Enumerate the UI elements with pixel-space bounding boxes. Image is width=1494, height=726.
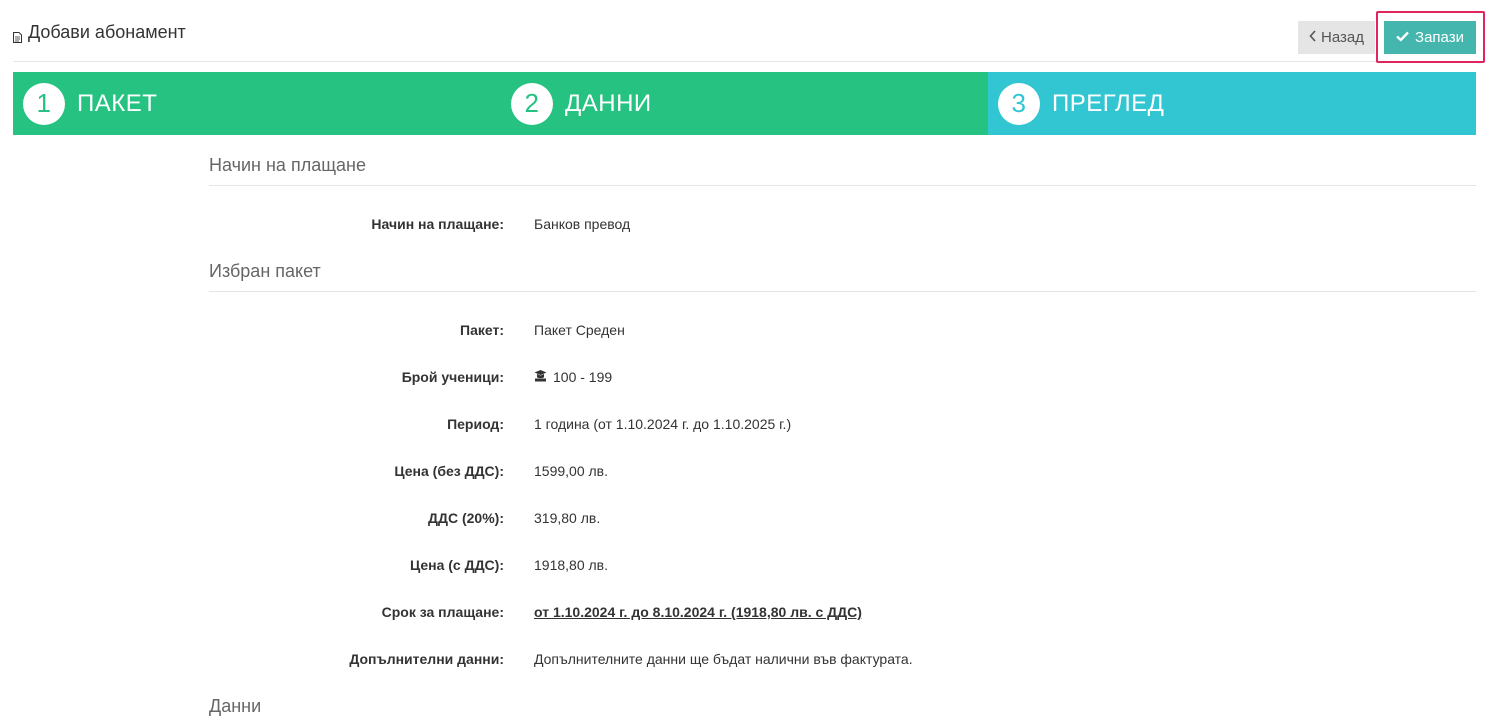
vat-row: ДДС (20%): 319,80 лв. — [0, 508, 1494, 528]
payment-method-row: Начин на плащане: Банков превод — [0, 214, 1494, 234]
students-count-text: 100 - 199 — [553, 369, 613, 385]
price-no-vat-label: Цена (без ДДС): — [394, 463, 504, 479]
page-title: Добави абонамент — [13, 22, 186, 43]
step-label: ПАКЕТ — [77, 89, 158, 117]
graduation-cap-icon — [534, 367, 547, 387]
price-with-vat-row: Цена (с ДДС): 1918,80 лв. — [0, 555, 1494, 575]
check-icon — [1396, 29, 1409, 46]
page-title-text: Добави абонамент — [28, 22, 186, 42]
extra-data-value: Допълнителните данни ще бъдат налични въ… — [534, 651, 913, 667]
package-name-label: Пакет: — [460, 322, 504, 338]
price-with-vat-label: Цена (с ДДС): — [409, 557, 504, 573]
payment-method-value: Банков превод — [534, 216, 631, 232]
period-value: 1 година (от 1.10.2024 г. до 1.10.2025 г… — [534, 416, 792, 432]
section-package-title: Избран пакет — [209, 261, 1476, 292]
wizard-steps: 1 ПАКЕТ 2 ДАННИ 3 ПРЕГЛЕД — [13, 72, 1476, 135]
section-payment-title: Начин на плащане — [209, 155, 1476, 186]
payment-method-label: Начин на плащане: — [371, 216, 504, 232]
step-label: ПРЕГЛЕД — [1052, 89, 1165, 117]
vat-value: 319,80 лв. — [534, 510, 601, 526]
chevron-left-icon — [1309, 29, 1317, 46]
payment-deadline-value: от 1.10.2024 г. до 8.10.2024 г. (1918,80… — [534, 604, 862, 620]
file-icon — [13, 27, 22, 43]
save-button-label: Запази — [1415, 29, 1464, 46]
students-count-value: 100 - 199 — [534, 367, 612, 387]
package-name-value: Пакет Среден — [534, 322, 625, 338]
page-header: Добави абонамент Назад Запази — [13, 0, 1485, 63]
save-button[interactable]: Запази — [1384, 21, 1476, 54]
step-review[interactable]: 3 ПРЕГЛЕД — [988, 72, 1476, 135]
step-label: ДАННИ — [565, 89, 652, 117]
period-label: Период: — [447, 416, 504, 432]
back-button[interactable]: Назад — [1298, 21, 1375, 54]
price-with-vat-value: 1918,80 лв. — [534, 557, 608, 573]
vat-label: ДДС (20%): — [428, 510, 504, 526]
students-count-row: Брой ученици: 100 - 199 — [0, 367, 1494, 387]
students-count-label: Брой ученици: — [401, 369, 504, 385]
package-name-row: Пакет: Пакет Среден — [0, 320, 1494, 340]
back-button-label: Назад — [1321, 29, 1364, 46]
payment-deadline-label: Срок за плащане: — [381, 604, 504, 620]
period-row: Период: 1 година (от 1.10.2024 г. до 1.1… — [0, 414, 1494, 434]
price-no-vat-value: 1599,00 лв. — [534, 463, 608, 479]
step-number: 1 — [23, 82, 65, 125]
section-data-title: Данни — [209, 696, 262, 716]
step-package[interactable]: 1 ПАКЕТ — [13, 72, 501, 135]
step-number: 2 — [511, 82, 553, 125]
payment-deadline-row: Срок за плащане: от 1.10.2024 г. до 8.10… — [0, 602, 1494, 622]
extra-data-row: Допълнителни данни: Допълнителните данни… — [0, 649, 1494, 669]
step-data[interactable]: 2 ДАННИ — [501, 72, 988, 135]
extra-data-label: Допълнителни данни: — [349, 651, 504, 667]
price-no-vat-row: Цена (без ДДС): 1599,00 лв. — [0, 461, 1494, 481]
step-number: 3 — [998, 82, 1040, 125]
